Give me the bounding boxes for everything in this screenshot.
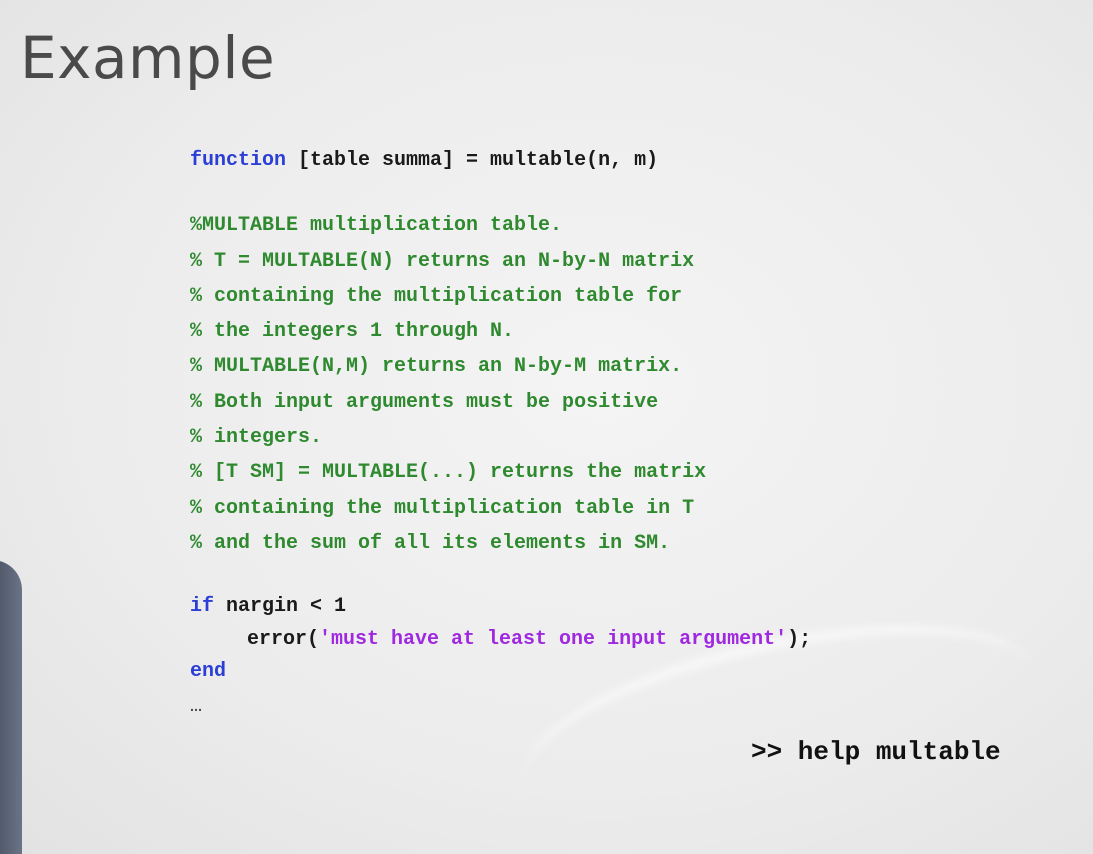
if-keyword: if [190,595,215,619]
ellipsis-line: … [190,694,203,718]
comment-line-5: % MULTABLE(N,M) returns an N-by-M matrix… [190,355,683,379]
code-listing: function [table summa] = multable(n, m) … [190,143,811,723]
help-command: >> help multable [751,737,1001,767]
comment-line-3: % containing the multiplication table fo… [190,284,683,308]
slide-title: Example [20,24,276,92]
end-keyword: end [190,660,227,684]
comment-line-2: % T = MULTABLE(N) returns an N-by-N matr… [190,249,695,273]
error-call-line: error('must have at least one input argu… [190,624,811,657]
if-condition: nargin < 1 [214,595,347,619]
presenter-silhouette [0,560,22,854]
function-keyword: function [190,149,287,172]
end-line: end [190,656,811,689]
error-call-close: ); [787,627,812,651]
comment-line-9: % containing the multiplication table in… [190,496,695,520]
error-call-open: error( [247,627,320,651]
comment-line-4: % the integers 1 through N. [190,320,515,344]
comment-line-6: % Both input arguments must be positive [190,390,659,414]
comment-line-7: % integers. [190,426,323,450]
slide: Example function [table summa] = multabl… [0,0,1093,854]
if-line: if nargin < 1 [190,591,811,624]
comment-line-8: % [T SM] = MULTABLE(...) returns the mat… [190,461,707,485]
function-signature-text: [table summa] = multable(n, m) [286,149,659,172]
function-signature-line: function [table summa] = multable(n, m) [190,143,811,178]
comment-line-10: % and the sum of all its elements in SM. [190,531,671,555]
comment-line-1: %MULTABLE multiplication table. [190,214,563,238]
error-message-string: 'must have at least one input argument' [319,627,788,651]
